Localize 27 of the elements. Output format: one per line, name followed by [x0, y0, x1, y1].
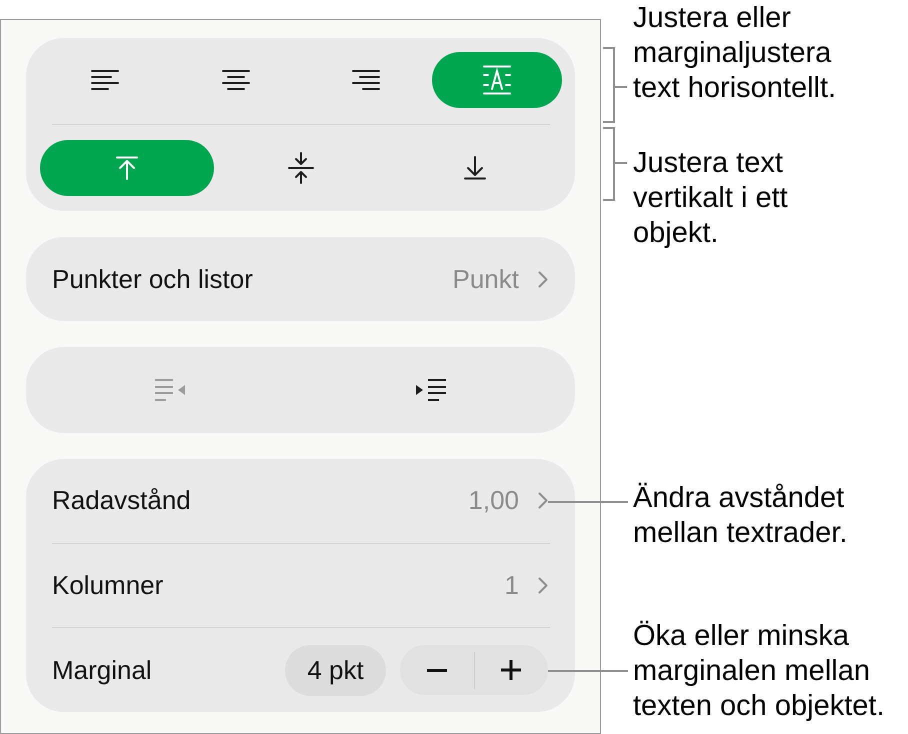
increase-indent-icon	[414, 379, 447, 401]
callout-text: Ändra avståndet mellan textrader.	[633, 481, 848, 551]
setting-value: 1,00	[468, 485, 519, 516]
plus-icon	[501, 660, 522, 680]
setting-label: Kolumner	[52, 570, 164, 601]
setting-label: Radavstånd	[52, 485, 192, 516]
align-center-icon	[222, 69, 250, 91]
setting-value: Punkt	[452, 264, 519, 294]
increase-indent-button[interactable]	[414, 379, 447, 401]
align-middle-icon	[288, 152, 314, 184]
callout-text: Justera eller marginaljustera text horisontellt.	[633, 1, 836, 106]
chevron-icon[interactable]	[538, 577, 548, 594]
chevron-icon[interactable]	[538, 492, 548, 510]
value-field[interactable]: 4 pkt	[285, 644, 386, 696]
justify-text-icon	[482, 65, 511, 95]
setting-label: Punkter och listor	[52, 264, 254, 294]
callout-text: Öka eller minska marginalen mellan texten och objektet.	[633, 619, 884, 724]
decrease-indent-icon	[154, 379, 186, 401]
minus-icon	[426, 668, 447, 672]
align-left-icon	[91, 69, 120, 91]
chevron-icon[interactable]	[538, 270, 548, 288]
align-bottom-icon	[464, 156, 486, 180]
setting-label: Marginal	[52, 654, 153, 686]
setting-value: 1	[504, 570, 519, 601]
callout-text: Justera text vertikalt i ett objekt.	[633, 146, 788, 251]
align-right-icon	[352, 69, 380, 91]
align-top-icon	[116, 156, 138, 180]
